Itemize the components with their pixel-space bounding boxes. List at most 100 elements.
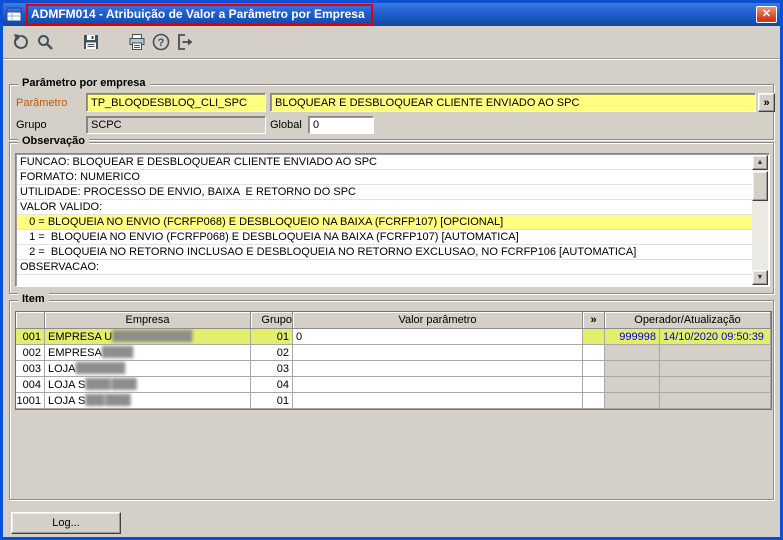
empresa-text: EMPRESA	[48, 346, 102, 359]
header-expand-button[interactable]: »	[583, 312, 605, 329]
grupo-cell: 01	[251, 329, 293, 345]
header-grupo: Grupo	[251, 312, 293, 329]
save-button[interactable]	[79, 30, 103, 54]
row-number-cell: 001	[16, 329, 45, 345]
observacao-group-title: Observação	[18, 135, 89, 147]
close-button[interactable]: ✕	[756, 6, 777, 23]
row-number-cell: 002	[16, 345, 45, 361]
search-button[interactable]	[33, 30, 57, 54]
empresa-text: LOJA S	[48, 378, 86, 391]
table-row[interactable]: 002 EMPRESA █████ 02	[16, 345, 771, 361]
grupo-field: SCPC	[86, 116, 266, 134]
table-row-selected[interactable]: 001 EMPRESA U █████████████ 01 0 999998 1…	[16, 329, 771, 345]
scrollbar-thumb[interactable]	[752, 171, 768, 201]
observacao-lines: FUNCAO: BLOQUEAR E DESBLOQUEAR CLIENTE E…	[17, 155, 752, 285]
observacao-line[interactable]: OBSERVACAO:	[17, 260, 752, 275]
global-field[interactable]: 0	[308, 116, 374, 134]
window-title: ADMFM014 - Atribuição de Valor a Parâmet…	[31, 7, 365, 21]
observacao-listbox: FUNCAO: BLOQUEAR E DESBLOQUEAR CLIENTE E…	[15, 153, 770, 287]
log-button[interactable]: Log...	[11, 512, 121, 534]
param-label: Parâmetro	[16, 97, 68, 109]
empresa-cell: EMPRESA U █████████████	[45, 329, 251, 345]
header-operador-atualizacao: Operador/Atualização	[605, 312, 771, 329]
atualizacao-cell	[660, 361, 771, 377]
valor-parametro-cell[interactable]	[293, 377, 583, 393]
table-row[interactable]: 1001 LOJA S ███ ████ 01	[16, 393, 771, 409]
observacao-line[interactable]: 2 = BLOQUEIA NO RETORNO INCLUSAO E DESBL…	[17, 245, 752, 260]
param-description-field[interactable]: BLOQUEAR E DESBLOQUEAR CLIENTE ENVIADO A…	[270, 93, 756, 112]
grupo-cell: 02	[251, 345, 293, 361]
grupo-label: Grupo	[16, 119, 47, 131]
expand-cell[interactable]	[583, 361, 605, 377]
svg-text:?: ?	[158, 37, 165, 49]
valor-parametro-cell[interactable]	[293, 345, 583, 361]
atualizacao-cell	[660, 377, 771, 393]
undo-icon	[13, 34, 28, 49]
client-area: Parâmetro por empresa Parâmetro TP_BLOQD…	[3, 60, 780, 537]
empresa-cell: LOJA ████████	[45, 361, 251, 377]
redacted-text: ███ ████	[85, 395, 130, 406]
item-group-title: Item	[18, 293, 49, 305]
title-annotation-box: ADMFM014 - Atribuição de Valor a Parâmet…	[26, 4, 373, 25]
help-button[interactable]: ?	[149, 30, 173, 54]
grupo-cell: 03	[251, 361, 293, 377]
operador-cell	[605, 345, 660, 361]
redacted-text: ████ ████	[85, 379, 136, 390]
header-row-number	[16, 312, 45, 329]
exit-icon	[178, 34, 193, 50]
valor-parametro-cell[interactable]	[293, 361, 583, 377]
observacao-line[interactable]: VALOR VALIDO:	[17, 200, 752, 215]
help-icon: ?	[152, 33, 170, 51]
redacted-text: █████████████	[112, 331, 192, 342]
print-icon	[129, 34, 145, 50]
redacted-text: █████	[101, 347, 133, 358]
grupo-cell: 04	[251, 377, 293, 393]
table-row[interactable]: 004 LOJA S ████ ████ 04	[16, 377, 771, 393]
observacao-scrollbar[interactable]: ▲ ▼	[752, 155, 768, 285]
atualizacao-cell	[660, 345, 771, 361]
operador-cell	[605, 361, 660, 377]
observacao-line[interactable]: FUNCAO: BLOQUEAR E DESBLOQUEAR CLIENTE E…	[17, 155, 752, 170]
expand-cell[interactable]	[583, 345, 605, 361]
param-code-field[interactable]: TP_BLOQDESBLOQ_CLI_SPC	[86, 93, 266, 112]
param-expand-button[interactable]: »	[758, 93, 775, 112]
expand-cell[interactable]	[583, 377, 605, 393]
redacted-text: ████████	[75, 363, 126, 374]
empresa-text: LOJA S	[48, 394, 86, 407]
arrow-down-icon: ▼	[756, 274, 764, 281]
valor-parametro-cell[interactable]: 0	[293, 329, 583, 345]
app-icon	[6, 7, 22, 21]
print-button[interactable]	[125, 30, 149, 54]
row-number-cell: 004	[16, 377, 45, 393]
scroll-down-button[interactable]: ▼	[752, 270, 768, 285]
app-window: ADMFM014 - Atribuição de Valor a Parâmet…	[0, 0, 783, 540]
observacao-line[interactable]: 1 = BLOQUEIA NO ENVIO (FCRFP068) E DESBL…	[17, 230, 752, 245]
search-icon	[38, 35, 53, 50]
operador-cell	[605, 393, 660, 409]
valor-parametro-cell[interactable]	[293, 393, 583, 409]
exit-button[interactable]	[173, 30, 197, 54]
observacao-line-highlighted[interactable]: 0 = BLOQUEIA NO ENVIO (FCRFP068) E DESBL…	[17, 215, 752, 230]
expand-cell[interactable]	[583, 329, 605, 345]
header-valor-parametro: Valor parâmetro	[293, 312, 583, 329]
table-row[interactable]: 003 LOJA ████████ 03	[16, 361, 771, 377]
observacao-line[interactable]: UTILIDADE: PROCESSO DE ENVIO, BAIXA E RE…	[17, 185, 752, 200]
operador-cell	[605, 377, 660, 393]
atualizacao-cell	[660, 393, 771, 409]
arrow-up-icon: ▲	[756, 159, 764, 166]
empresa-cell: LOJA S ████ ████	[45, 377, 251, 393]
empresa-cell: LOJA S ███ ████	[45, 393, 251, 409]
expand-cell[interactable]	[583, 393, 605, 409]
undo-button[interactable]	[9, 30, 33, 54]
item-table: Empresa Grupo Valor parâmetro » Operador…	[15, 311, 772, 410]
table-header-row: Empresa Grupo Valor parâmetro » Operador…	[16, 312, 771, 329]
close-icon: ✕	[761, 8, 772, 20]
empresa-cell: EMPRESA █████	[45, 345, 251, 361]
observacao-line[interactable]: FORMATO: NUMERICO	[17, 170, 752, 185]
empresa-text: EMPRESA U	[48, 330, 113, 343]
row-number-cell: 1001	[16, 393, 45, 409]
header-empresa: Empresa	[45, 312, 251, 329]
global-label: Global	[270, 119, 302, 131]
scroll-up-button[interactable]: ▲	[752, 155, 768, 170]
chevron-right-icon: »	[763, 96, 770, 109]
